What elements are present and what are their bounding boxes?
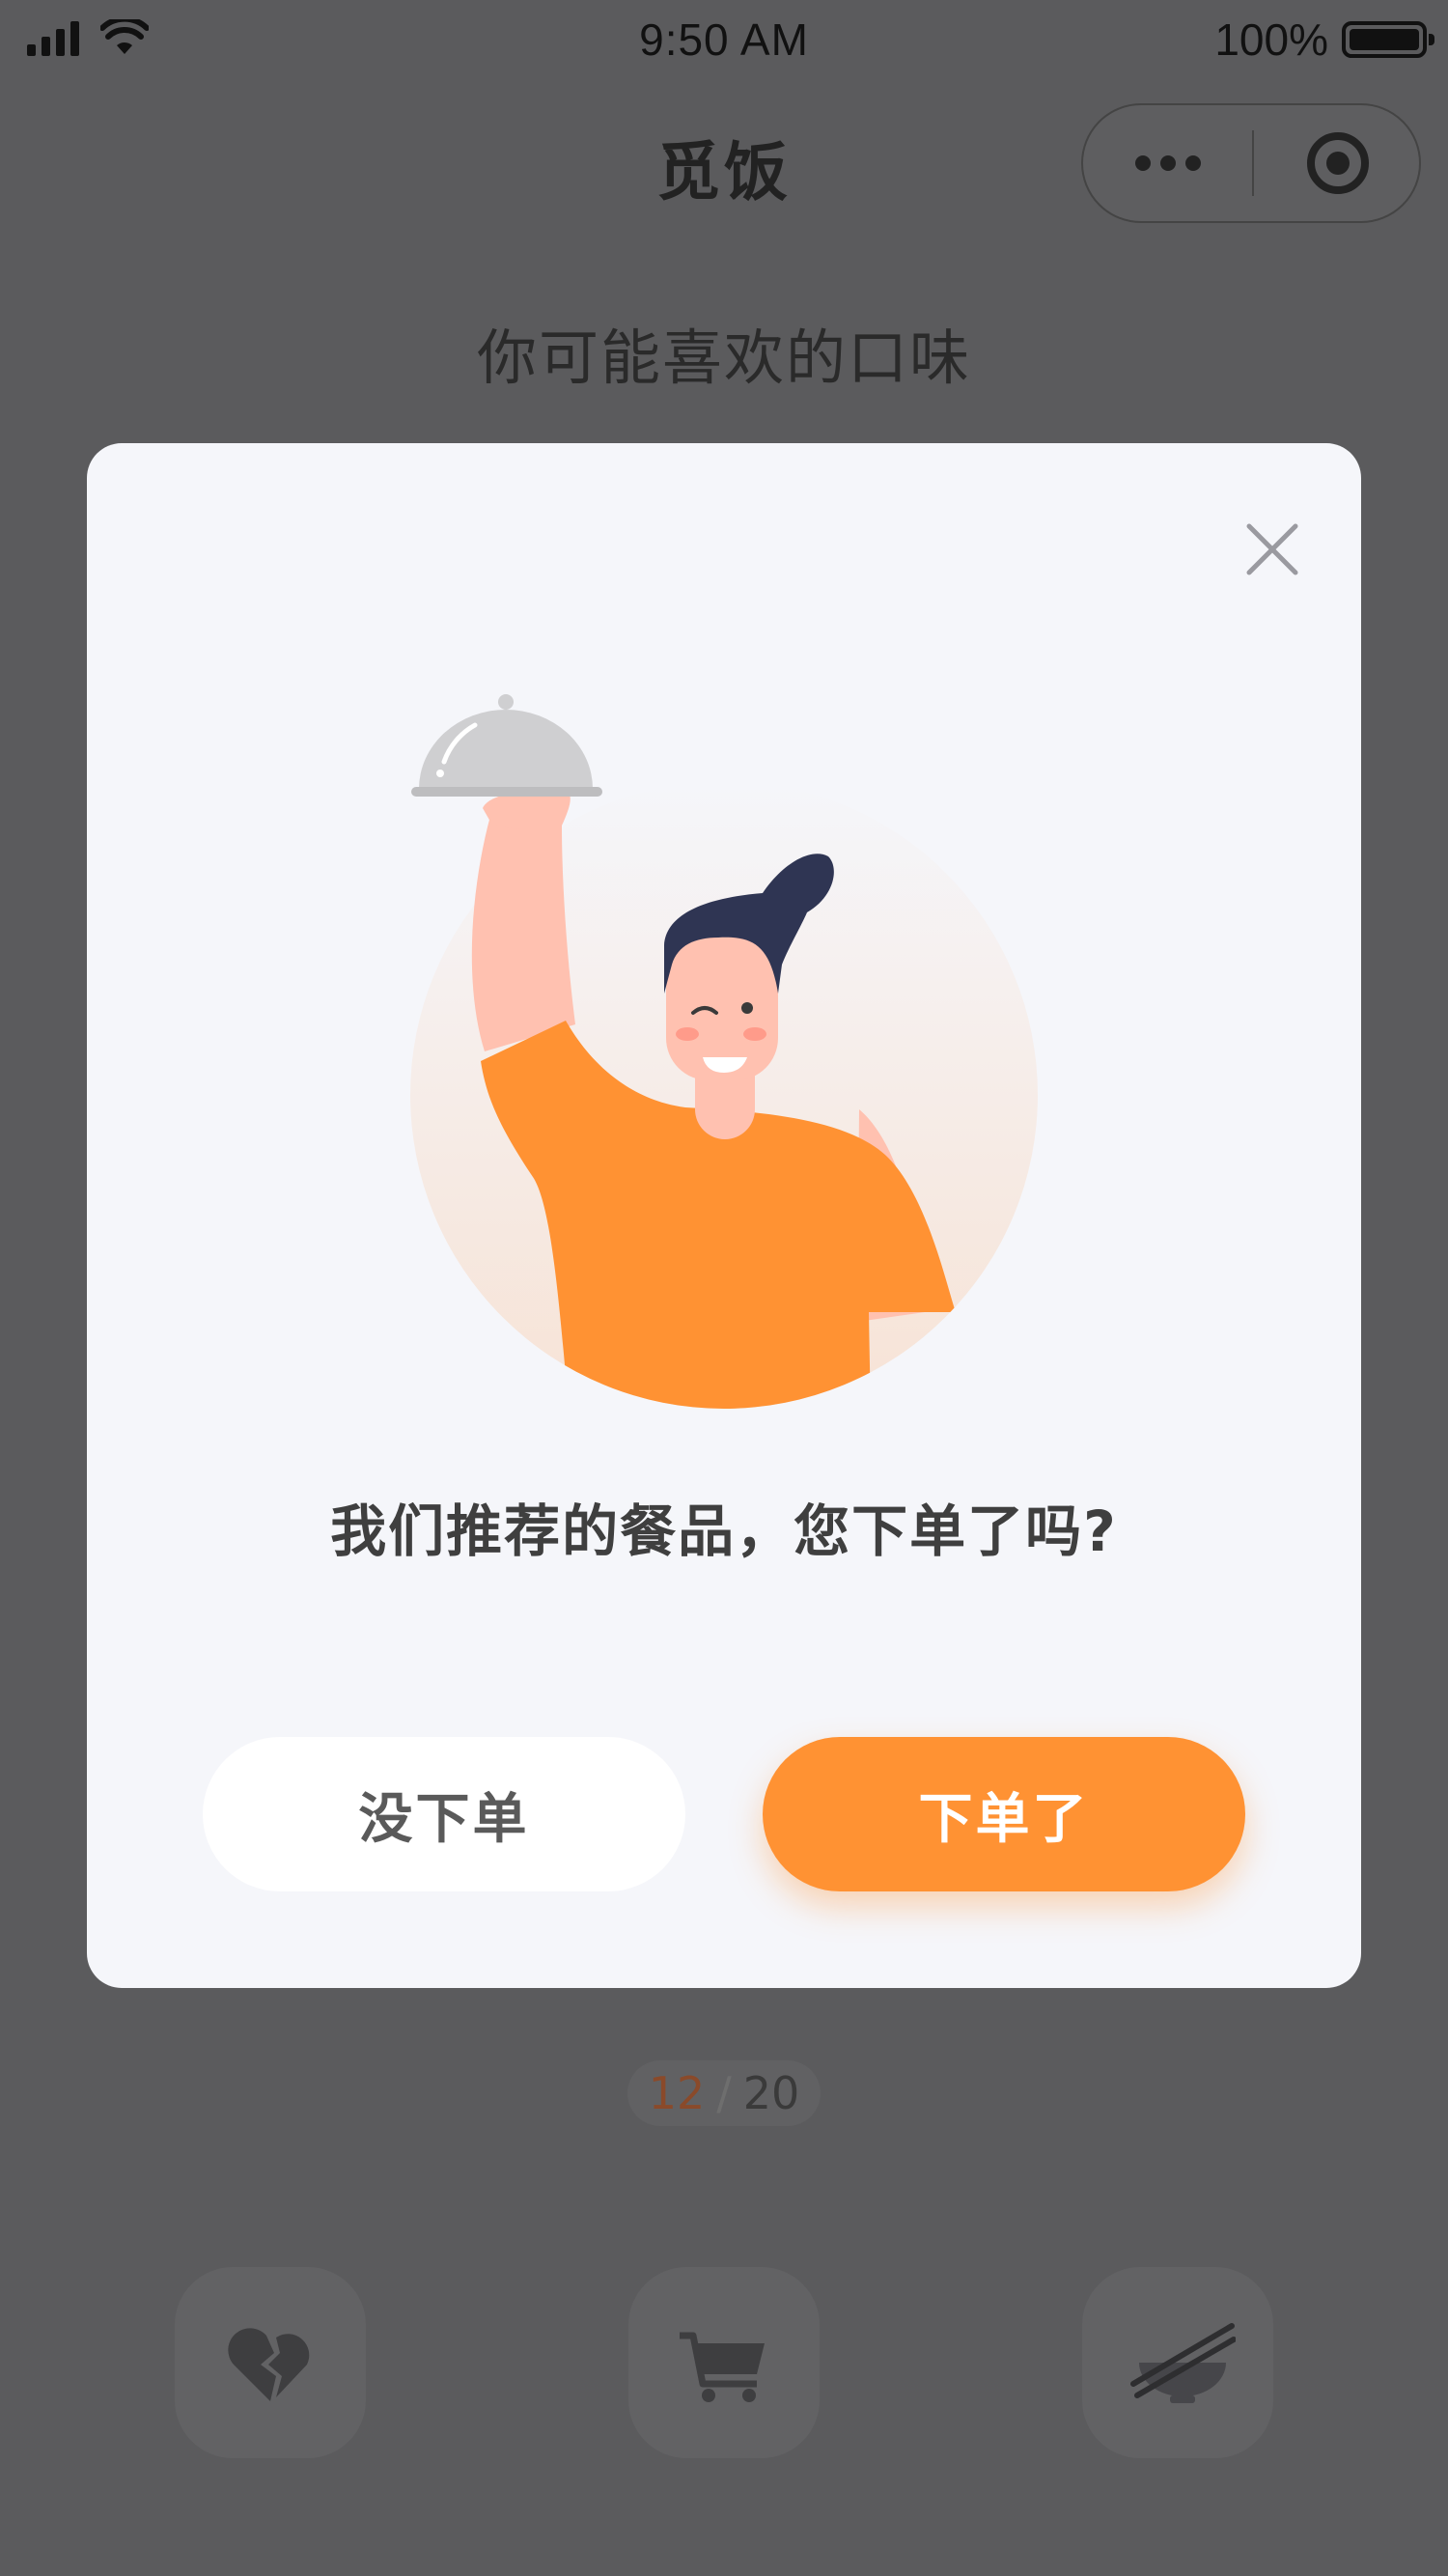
more-button[interactable] [1083,105,1252,221]
cloche-icon [411,694,602,797]
right-cheek [743,1027,766,1041]
battery-percent: 100% [1214,14,1328,65]
order-bowl-button[interactable] [1082,2267,1273,2458]
bowl-chopsticks-icon [1130,2323,1236,2403]
capsule-divider [1252,130,1254,196]
open-eye [741,1002,753,1014]
not-ordered-button[interactable]: 没下单 [203,1737,685,1891]
left-cheek [676,1027,699,1041]
order-feedback-dialog: 我们推荐的餐品，您下单了吗? 没下单 下单了 [87,443,1361,1988]
broken-heart-icon [228,2328,310,2401]
cart-icon [680,2332,765,2402]
counter-current: 12 [648,2067,706,2119]
exit-mini-program-icon[interactable] [1307,132,1369,194]
dislike-button[interactable] [175,2267,366,2458]
cart-button[interactable] [628,2267,820,2458]
progress-counter: 12 / 20 [627,2060,821,2126]
ordered-button[interactable]: 下单了 [763,1737,1245,1891]
dialog-question: 我们推荐的餐品，您下单了吗? [330,1498,1118,1564]
mini-program-capsule [1081,103,1421,223]
battery-icon [1342,21,1434,58]
more-dots-icon [1134,155,1151,171]
nav-bar: 觅饭 [0,92,1448,237]
waiter-illustration [410,694,1038,1409]
status-right: 100% [1214,14,1434,66]
counter-total: 20 [742,2067,800,2119]
raised-arm [471,816,575,1051]
page-subtitle: 你可能喜欢的口味 [476,322,971,393]
counter-separator: / [716,2067,732,2119]
status-bar: 9:50 AM 100% [0,0,1448,87]
